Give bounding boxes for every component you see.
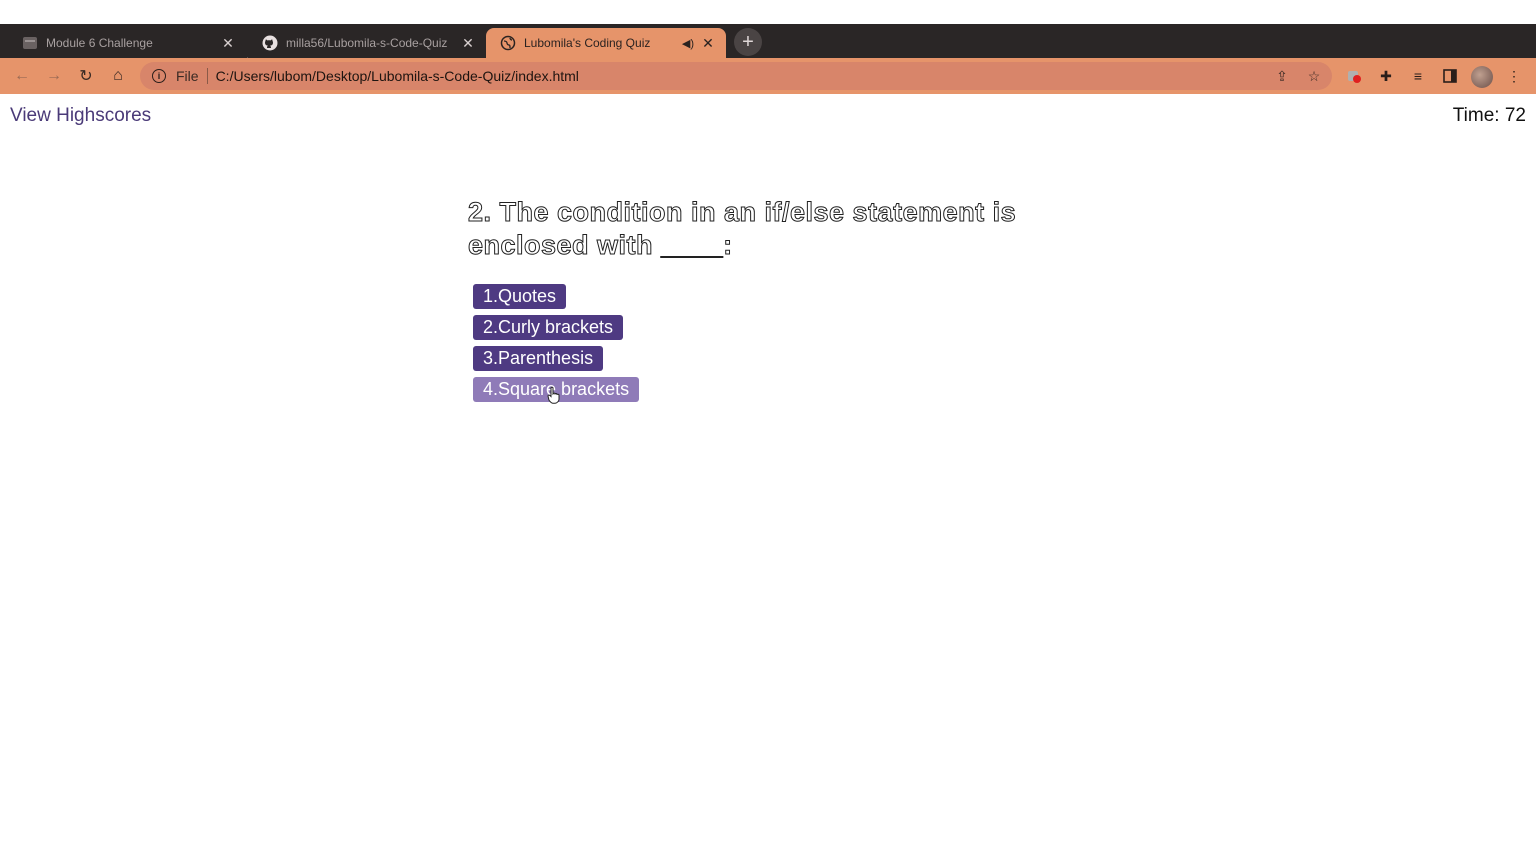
answer-button-quotes[interactable]: 1.Quotes [473,284,567,309]
tab-coding-quiz[interactable]: Lubomila's Coding Quiz ◀︎) ✕ [486,28,726,58]
back-arrow-icon[interactable]: ← [8,62,36,90]
new-tab-button[interactable]: + [734,28,762,56]
info-icon[interactable]: i [152,69,166,83]
github-icon [262,35,278,51]
url-text[interactable]: C:/Users/lubom/Desktop/Lubomila-s-Code-Q… [216,68,579,84]
close-icon[interactable]: ✕ [460,35,476,51]
tab-github[interactable]: milla56/Lubomila-s-Code-Quiz ✕ [248,28,486,58]
tab-label: Lubomila's Coding Quiz [524,36,651,50]
hand-cursor-icon [547,386,560,404]
address-bar[interactable]: i File C:/Users/lubom/Desktop/Lubomila-s… [140,62,1332,90]
star-icon[interactable]: ☆ [1304,66,1324,86]
media-list-icon[interactable]: ≡ [1406,64,1430,88]
screen-top-strip [0,0,1536,24]
share-icon[interactable]: ⇪ [1272,66,1292,86]
tab-bar: Module 6 Challenge ✕ milla56/Lubomila-s-… [0,24,1536,75]
speaker-icon[interactable]: ◀︎) [682,37,694,50]
close-icon[interactable]: ✕ [220,35,236,51]
timer: Time: 72 [1452,105,1526,126]
view-highscores-link[interactable]: View Highscores [10,105,151,127]
avatar[interactable] [1471,66,1493,88]
menu-icon[interactable]: ⋮ [1502,64,1526,88]
home-icon[interactable]: ⌂ [104,62,132,90]
reload-icon[interactable]: ↻ [72,62,100,90]
globe-icon [500,35,516,51]
question-text: 2. The condition in an if/else statement… [468,197,1017,261]
tab-module-6[interactable]: Module 6 Challenge ✕ [8,28,246,58]
module-icon [22,35,38,51]
answer-button-curly-brackets[interactable]: 2.Curly brackets [473,315,624,340]
quiz-page: View Highscores Time: 72 2. The conditio… [0,94,1536,864]
close-icon[interactable]: ✕ [700,35,716,51]
forward-arrow-icon[interactable]: → [40,62,68,90]
tab-label: Module 6 Challenge [46,36,153,50]
url-divider [206,68,208,84]
puzzle-icon[interactable]: ✚ [1374,64,1398,88]
tab-label: milla56/Lubomila-s-Code-Quiz [286,36,448,50]
side-panel-icon[interactable] [1438,64,1462,88]
record-extension-icon[interactable] [1342,64,1366,88]
url-scheme: File [176,68,199,84]
browser-toolbar: ← → ↻ ⌂ i File C:/Users/lubom/Desktop/Lu… [0,58,1536,94]
answer-button-parenthesis[interactable]: 3.Parenthesis [473,346,604,371]
